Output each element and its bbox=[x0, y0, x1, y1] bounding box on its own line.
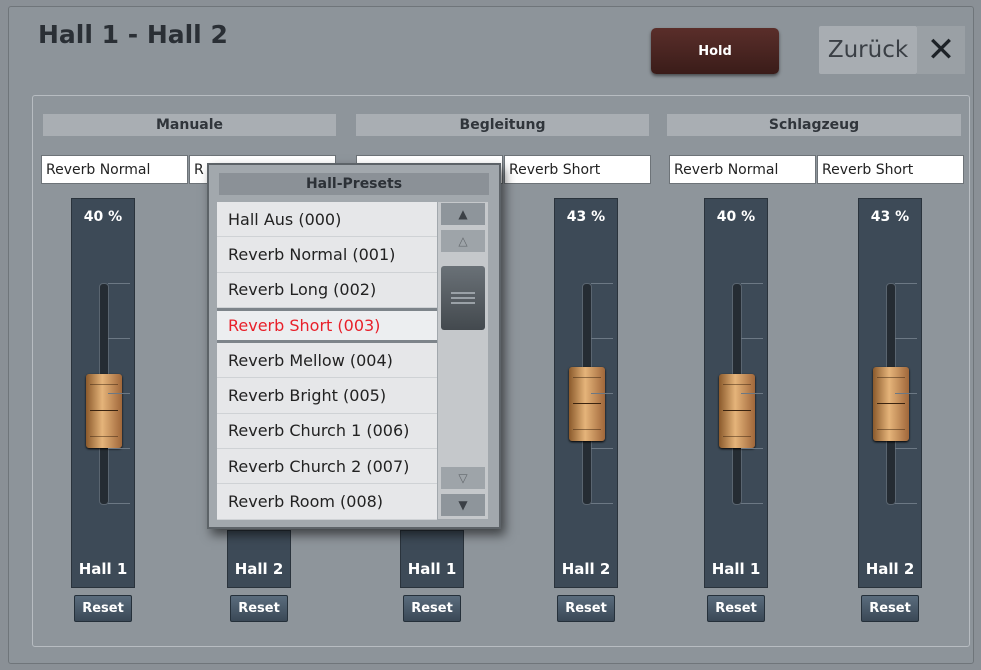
fader-schlagzeug-hall2[interactable]: 43 % Hall 2 bbox=[858, 198, 922, 588]
scroll-top-icon[interactable]: ▲ bbox=[441, 203, 485, 225]
preset-select-begleitung-hall2[interactable]: Reverb Short bbox=[504, 155, 651, 184]
list-item[interactable]: Reverb Church 1 (006) bbox=[217, 413, 437, 450]
fader-percent: 40 % bbox=[83, 209, 123, 225]
scroll-down-icon[interactable]: ▽ bbox=[441, 467, 485, 489]
list-item[interactable]: Reverb Bright (005) bbox=[217, 378, 437, 414]
fader-label: Hall 2 bbox=[234, 560, 284, 578]
fader-tick bbox=[591, 393, 613, 394]
preset-scrollbar[interactable]: ▲ △ ▽ ▼ bbox=[438, 202, 488, 519]
reset-button[interactable]: Reset bbox=[403, 595, 461, 622]
fader-tick bbox=[895, 338, 917, 339]
group-header-manuale: Manuale bbox=[43, 114, 336, 136]
fader-tick bbox=[108, 448, 130, 449]
preset-select-schlagzeug-hall1[interactable]: Reverb Normal bbox=[669, 155, 816, 184]
list-item[interactable]: Reverb Normal (001) bbox=[217, 237, 437, 273]
popup-title: Hall-Presets bbox=[219, 173, 489, 195]
reset-button[interactable]: Reset bbox=[230, 595, 288, 622]
reset-button[interactable]: Reset bbox=[707, 595, 765, 622]
scroll-thumb[interactable] bbox=[441, 266, 485, 330]
list-item[interactable]: Reverb Church 2 (007) bbox=[217, 449, 437, 485]
fader-tick bbox=[895, 283, 917, 284]
reset-button[interactable]: Reset bbox=[74, 595, 132, 622]
hall-presets-popup: Hall-Presets Hall Aus (000) Reverb Norma… bbox=[207, 163, 501, 529]
group-header-schlagzeug: Schlagzeug bbox=[667, 114, 961, 136]
fader-knob[interactable] bbox=[719, 374, 755, 448]
fader-tick bbox=[895, 393, 917, 394]
fader-label: Hall 2 bbox=[865, 560, 915, 578]
group-header-begleitung: Begleitung bbox=[356, 114, 649, 136]
list-item[interactable]: Reverb Short (003) bbox=[217, 307, 437, 344]
back-button[interactable]: Zurück bbox=[819, 26, 917, 74]
scroll-bottom-icon[interactable]: ▼ bbox=[441, 494, 485, 516]
close-icon[interactable]: ✕ bbox=[917, 26, 965, 74]
fader-tick bbox=[591, 338, 613, 339]
fader-label: Hall 1 bbox=[711, 560, 761, 578]
reset-button[interactable]: Reset bbox=[557, 595, 615, 622]
fader-knob[interactable] bbox=[873, 367, 909, 442]
fader-label: Hall 1 bbox=[78, 560, 128, 578]
preset-select-manuale-hall1[interactable]: Reverb Normal bbox=[41, 155, 188, 184]
hold-button[interactable]: Hold bbox=[651, 28, 779, 74]
fader-knob[interactable] bbox=[86, 374, 122, 448]
fader-manuale-hall2[interactable]: Hall 2 bbox=[227, 530, 291, 588]
fader-knob[interactable] bbox=[569, 367, 605, 442]
fader-begleitung-hall2[interactable]: 43 % Hall 2 bbox=[554, 198, 618, 588]
fader-percent: 43 % bbox=[566, 209, 606, 225]
fader-tick bbox=[741, 448, 763, 449]
list-item[interactable]: Hall Aus (000) bbox=[217, 202, 437, 238]
dialog-title: Hall 1 - Hall 2 bbox=[38, 20, 228, 49]
fader-tick bbox=[591, 283, 613, 284]
fader-tick bbox=[591, 503, 613, 504]
fader-tick bbox=[591, 448, 613, 449]
preset-select-schlagzeug-hall2[interactable]: Reverb Short bbox=[817, 155, 964, 184]
preset-list: Hall Aus (000) Reverb Normal (001) Rever… bbox=[217, 202, 437, 520]
fader-tick bbox=[108, 393, 130, 394]
fader-tick bbox=[895, 448, 917, 449]
fader-tick bbox=[741, 503, 763, 504]
fader-tick bbox=[108, 338, 130, 339]
fader-percent: 43 % bbox=[870, 209, 910, 225]
fader-manuale-hall1[interactable]: 40 % Hall 1 bbox=[71, 198, 135, 588]
fader-tick bbox=[741, 283, 763, 284]
fader-label: Hall 1 bbox=[407, 560, 457, 578]
fader-tick bbox=[108, 503, 130, 504]
fader-label: Hall 2 bbox=[561, 560, 611, 578]
fader-tick bbox=[895, 503, 917, 504]
fader-percent: 40 % bbox=[716, 209, 756, 225]
scroll-up-icon[interactable]: △ bbox=[441, 230, 485, 252]
list-item[interactable]: Reverb Mellow (004) bbox=[217, 343, 437, 379]
fader-tick bbox=[108, 283, 130, 284]
reset-button[interactable]: Reset bbox=[861, 595, 919, 622]
fader-schlagzeug-hall1[interactable]: 40 % Hall 1 bbox=[704, 198, 768, 588]
fader-begleitung-hall1[interactable]: Hall 1 bbox=[400, 530, 464, 588]
list-item[interactable]: Reverb Room (008) bbox=[217, 484, 437, 520]
fader-tick bbox=[741, 393, 763, 394]
fader-tick bbox=[741, 338, 763, 339]
list-item[interactable]: Reverb Long (002) bbox=[217, 272, 437, 308]
